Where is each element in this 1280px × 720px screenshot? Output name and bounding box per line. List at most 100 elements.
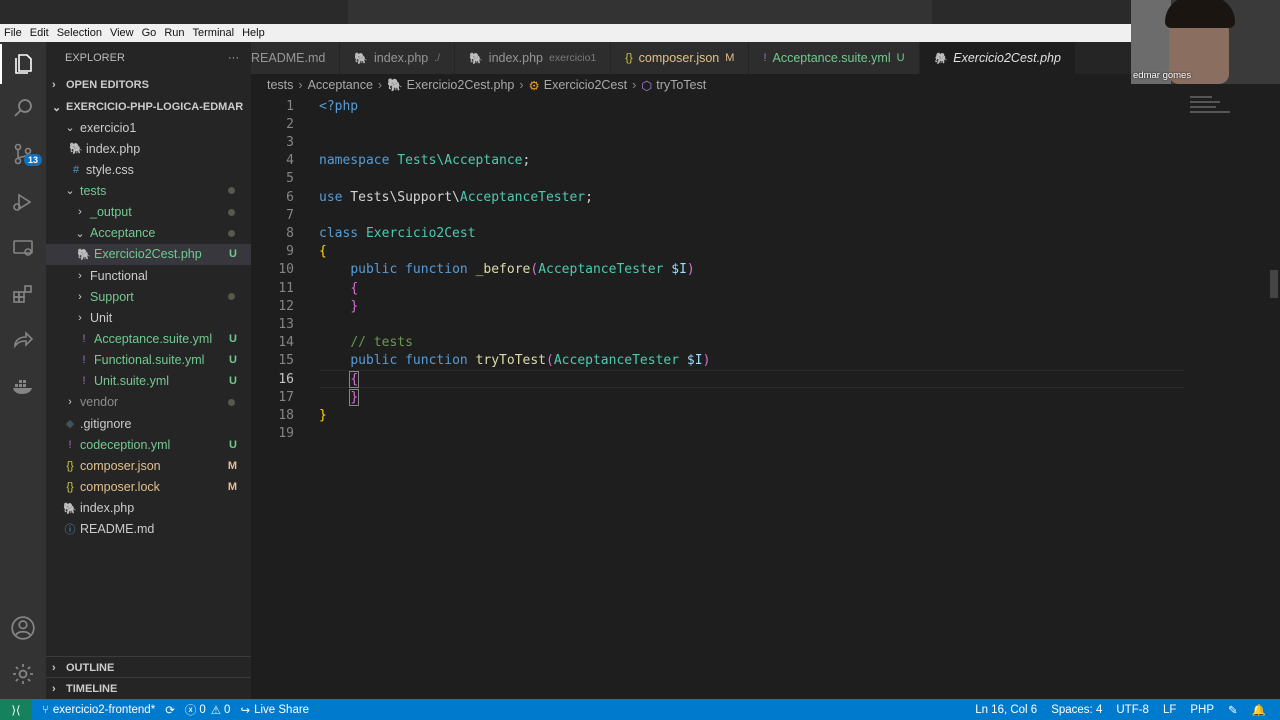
branch-name: exercicio2-frontend*: [52, 703, 156, 716]
tree-item[interactable]: ! Unit.suite.yml U: [46, 371, 251, 392]
menu-selection[interactable]: Selection: [57, 27, 102, 39]
tree-item[interactable]: ◆ .gitignore: [46, 413, 251, 434]
sync-button[interactable]: ⟳: [165, 703, 175, 717]
tree-item-label: Unit: [90, 310, 113, 325]
minimap[interactable]: [1190, 96, 1270, 126]
tree-item[interactable]: › Support: [46, 286, 251, 307]
breadcrumb-item[interactable]: tests: [267, 78, 293, 92]
tree-item-label: Unit.suite.yml: [94, 374, 170, 389]
notifications-bell-icon[interactable]: 🔔: [1252, 703, 1266, 717]
line-number: 9: [286, 244, 294, 260]
breadcrumb-item[interactable]: Exercicio2Cest.php: [407, 78, 515, 92]
tree-item[interactable]: ⌄ tests: [46, 180, 251, 201]
line-number: 15: [278, 353, 294, 369]
problems-indicator[interactable]: ⓧ 0 ⚠ 0: [185, 702, 231, 718]
tree-item-label: tests: [80, 183, 107, 198]
git-status-badge: M: [227, 481, 237, 494]
menu-file[interactable]: File: [4, 27, 22, 39]
yaml-file-icon: !: [763, 52, 767, 64]
live-share-icon[interactable]: [0, 320, 46, 360]
php-file-icon: 🐘: [933, 52, 948, 65]
timeline-section[interactable]: › TIMELINE: [46, 677, 251, 698]
branch-indicator[interactable]: ⑂ exercicio2-frontend*: [42, 704, 155, 716]
tree-item[interactable]: › vendor: [46, 392, 251, 413]
code-line: 2: [251, 115, 1191, 133]
tree-item[interactable]: ! Functional.suite.yml U: [46, 350, 251, 371]
tree-item[interactable]: 🐘 Exercicio2Cest.php U: [46, 243, 251, 265]
git-branch-icon: ⑂: [42, 703, 49, 716]
editor-tab[interactable]: 🐘 index.php exercicio1: [455, 42, 612, 74]
tree-item[interactable]: ! codeception.yml U: [46, 434, 251, 455]
breadcrumb-item[interactable]: Exercicio2Cest: [544, 78, 627, 92]
breadcrumb-item[interactable]: tryToTest: [656, 78, 706, 92]
tree-item[interactable]: › Functional: [46, 265, 251, 286]
open-editors-section[interactable]: › OPEN EDITORS: [46, 74, 251, 96]
explorer-icon[interactable]: [0, 44, 46, 84]
tree-item[interactable]: {} composer.lock M: [46, 477, 251, 498]
tab-label: index.php: [488, 51, 544, 65]
editor-tab[interactable]: 🐘 Exercicio2Cest.php: [919, 42, 1076, 74]
menu-run[interactable]: Run: [164, 27, 184, 39]
menu-go[interactable]: Go: [142, 27, 157, 39]
tree-item[interactable]: › Unit: [46, 307, 251, 328]
editor-tabs: README.md 🐘 index.php ./ 🐘 index.php exercicio…: [251, 42, 1280, 74]
editor-scrollbar[interactable]: [1270, 270, 1278, 298]
menu-edit[interactable]: Edit: [30, 27, 49, 39]
tree-item[interactable]: {} composer.json M: [46, 455, 251, 476]
project-section[interactable]: ⌄ EXERCICIO-PHP-LOGICA-EDMAR: [46, 96, 251, 118]
menu-terminal[interactable]: Terminal: [193, 27, 235, 39]
editor-tab[interactable]: README.md: [251, 42, 341, 74]
remote-explorer-icon[interactable]: [0, 228, 46, 268]
encoding[interactable]: UTF-8: [1116, 704, 1149, 716]
tree-item[interactable]: 🐘 index.php: [46, 138, 251, 159]
outline-section[interactable]: › OUTLINE: [46, 656, 251, 677]
code-editor[interactable]: 1 <?php 2 3 4 namespace Tests\Acceptance; 5 6 us…: [251, 96, 1280, 699]
editor-tab[interactable]: ! Acceptance.suite.yml U: [749, 42, 920, 74]
line-number: 11: [278, 280, 294, 296]
chevron-down-icon: ⌄: [52, 101, 62, 114]
explorer-title: EXPLORER: [65, 52, 125, 64]
tree-item[interactable]: ⓘ README.md: [46, 519, 251, 540]
class-symbol-icon: ⚙: [528, 78, 540, 93]
cursor-position[interactable]: Ln 16, Col 6: [975, 704, 1037, 716]
code-line: 8 class Exercicio2Cest: [251, 224, 1191, 242]
explorer-more-actions[interactable]: ···: [228, 52, 239, 64]
yaml-file-icon: !: [82, 333, 86, 345]
docker-icon[interactable]: [0, 366, 46, 406]
end-of-line[interactable]: LF: [1163, 704, 1176, 716]
live-share-button[interactable]: ↪ Live Share: [240, 703, 309, 717]
indentation[interactable]: Spaces: 4: [1051, 704, 1102, 716]
search-icon[interactable]: [0, 88, 46, 128]
php-file-icon: 🐘: [354, 52, 369, 65]
tree-item-label: exercicio1: [80, 120, 137, 135]
remote-indicator[interactable]: ⟩⟨: [0, 699, 32, 720]
menu-help[interactable]: Help: [242, 27, 265, 39]
tree-item-label: codeception.yml: [80, 437, 171, 452]
language-mode[interactable]: PHP: [1190, 704, 1214, 716]
extensions-icon[interactable]: [0, 274, 46, 314]
tree-item[interactable]: ⌄ exercicio1: [46, 117, 251, 138]
tree-item[interactable]: 🐘 index.php: [46, 498, 251, 519]
php-file-icon: 🐘: [69, 143, 83, 156]
code-line: 17 }: [251, 388, 1191, 406]
run-debug-icon[interactable]: [0, 182, 46, 222]
tree-item[interactable]: ! Acceptance.suite.yml U: [46, 329, 251, 350]
menu-view[interactable]: View: [110, 27, 134, 39]
settings-gear-icon[interactable]: [0, 654, 46, 694]
tree-item[interactable]: # style.css: [46, 159, 251, 180]
tree-item-label: composer.lock: [80, 480, 160, 495]
feedback-icon[interactable]: ✎: [1228, 703, 1238, 717]
tab-label: Acceptance.suite.yml: [772, 51, 891, 65]
tree-item[interactable]: ⌄ Acceptance: [46, 223, 251, 244]
editor-tab[interactable]: 🐘 index.php ./: [340, 42, 456, 74]
code-text: public function _before(AcceptanceTester…: [350, 262, 695, 278]
tree-item[interactable]: › _output: [46, 202, 251, 223]
line-number: 14: [278, 335, 294, 351]
tab-path-hint: exercicio1: [549, 52, 597, 64]
accounts-icon[interactable]: [0, 608, 46, 648]
source-control-icon[interactable]: 13: [0, 134, 46, 174]
editor-tab[interactable]: {} composer.json M: [611, 42, 750, 74]
breadcrumb-item[interactable]: Acceptance: [308, 78, 373, 92]
code-line: 18}: [251, 406, 1191, 424]
code-text: use Tests\Support\AcceptanceTester;: [319, 189, 593, 205]
